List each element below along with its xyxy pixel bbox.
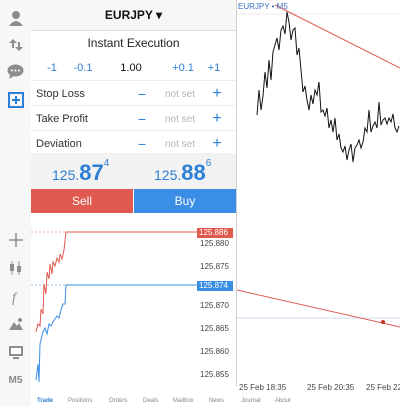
take-profit-minus-button[interactable]: − [136, 111, 148, 127]
bid-series [35, 284, 197, 383]
trendline-anchor[interactable] [381, 320, 385, 324]
new-order-icon[interactable] [6, 90, 25, 109]
price-tick: 125.880 [200, 239, 229, 248]
symbol-selector[interactable]: EURJPY ▾ [31, 8, 236, 22]
chart-symbol-label: EURJPY • M5 [238, 2, 288, 11]
stop-loss-plus-button[interactable]: + [210, 86, 224, 102]
ask-price-tag: 125.886 [197, 228, 233, 238]
account-icon[interactable] [6, 8, 25, 27]
tab-journal[interactable]: Journal [241, 398, 261, 404]
tab-news[interactable]: News [209, 398, 224, 404]
objects-icon[interactable] [6, 314, 25, 333]
trade-arrows-icon[interactable] [6, 35, 25, 54]
time-tick: 25 Feb 20:35 [307, 383, 355, 392]
time-tick: 25 Feb 18:35 [239, 383, 287, 392]
tab-orders[interactable]: Orders [109, 398, 127, 404]
tab-about[interactable]: About [275, 398, 291, 404]
deviation-label: Deviation [36, 138, 82, 150]
bid-price-prefix: 125. [52, 167, 80, 183]
ask-price-point: 6 [205, 158, 212, 169]
stop-loss-minus-button[interactable]: − [136, 86, 148, 102]
timeframe-button[interactable]: M5 [0, 375, 31, 386]
price-tick: 125.855 [200, 370, 229, 379]
take-profit-plus-button[interactable]: + [210, 111, 224, 127]
bid-price-tag: 125.874 [197, 281, 233, 291]
ask-price-prefix: 125. [154, 167, 182, 183]
stop-loss-value[interactable]: not set [155, 89, 205, 100]
sell-button[interactable]: Sell [31, 189, 133, 213]
chat-icon[interactable] [6, 62, 25, 81]
deviation-minus-button[interactable]: − [136, 136, 148, 152]
deviation-plus-button[interactable]: + [210, 136, 224, 152]
bid-price-point: 4 [103, 158, 110, 169]
bid-price-pips: 87 [79, 160, 104, 185]
buy-button[interactable]: Buy [134, 189, 236, 213]
divider [31, 80, 236, 81]
price-axis: 125.886 125.880 125.875 125.874 125.870 … [197, 216, 236, 401]
price-series [256, 11, 400, 163]
svg-text:f: f [12, 291, 18, 305]
execution-type[interactable]: Instant Execution [31, 36, 236, 50]
indicators-icon[interactable]: f [6, 287, 25, 306]
volume-plus-1-button[interactable]: +1 [197, 62, 231, 74]
main-chart-plot[interactable] [237, 0, 400, 386]
price-tick: 125.860 [200, 347, 229, 356]
ask-series [35, 231, 197, 333]
price-tick: 125.870 [200, 301, 229, 310]
crosshair-icon[interactable] [6, 230, 25, 249]
deviation-value[interactable]: not set [155, 139, 205, 150]
trendline-upper[interactable] [274, 4, 400, 69]
tab-mailbox[interactable]: Mailbox [173, 398, 194, 404]
tab-deals[interactable]: Deals [143, 398, 158, 404]
volume-plus-0.1-button[interactable]: +0.1 [166, 62, 200, 74]
divider [31, 130, 236, 131]
templates-icon[interactable] [6, 342, 25, 361]
volume-minus-1-button[interactable]: -1 [35, 62, 69, 74]
divider [31, 105, 236, 106]
left-toolbar: f M5 [0, 0, 32, 406]
ask-price-pips: 88 [181, 160, 206, 185]
trendline-lower[interactable] [237, 289, 400, 328]
time-tick: 25 Feb 22 [366, 383, 400, 392]
bid-price: 125.874 [52, 158, 110, 186]
bottom-tabs: Trade Positions Orders Deals Mailbox New… [31, 398, 400, 406]
tick-chart [31, 231, 197, 383]
volume-value[interactable]: 1.00 [114, 62, 148, 74]
volume-minus-0.1-button[interactable]: -0.1 [66, 62, 100, 74]
stop-loss-label: Stop Loss [36, 88, 85, 100]
price-tick: 125.865 [200, 324, 229, 333]
price-tick: 125.875 [200, 262, 229, 271]
tab-positions[interactable]: Positions [68, 398, 92, 404]
ask-price: 125.886 [154, 158, 212, 186]
take-profit-label: Take Profit [36, 113, 88, 125]
tab-trade[interactable]: Trade [37, 398, 53, 404]
take-profit-value[interactable]: not set [155, 114, 205, 125]
candles-icon[interactable] [6, 258, 25, 277]
